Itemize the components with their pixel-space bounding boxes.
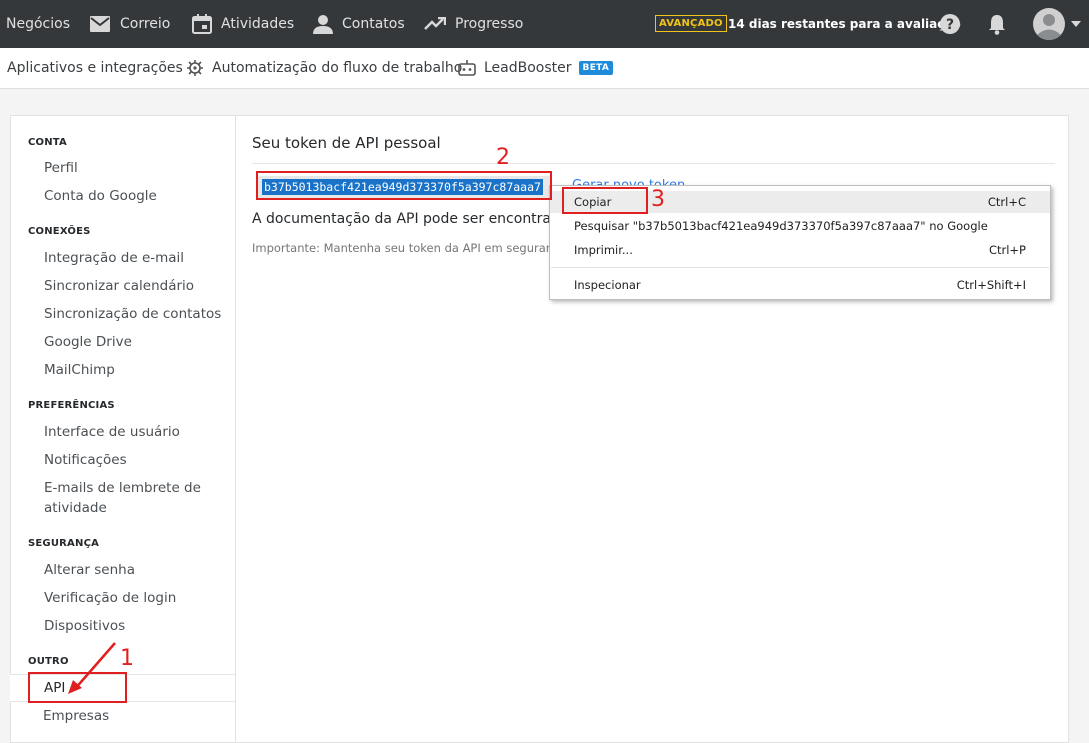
bot-icon xyxy=(458,60,476,76)
sidebar-heading-preferencias: PREFERÊNCIAS xyxy=(28,400,115,411)
plan-badge[interactable]: AVANÇADO xyxy=(655,15,727,32)
svg-text:?: ? xyxy=(946,17,954,33)
api-docs-text: A documentação da API pode ser encontrad… xyxy=(252,211,569,227)
annotation-number-2: 2 xyxy=(496,145,510,170)
sidebar-item-sincronizar-calendario[interactable]: Sincronizar calendário xyxy=(44,276,229,296)
context-menu-copy-shortcut: Ctrl+C xyxy=(987,195,1026,209)
nav-contatos[interactable]: Contatos xyxy=(313,0,405,48)
nav-progresso-label: Progresso xyxy=(455,16,524,32)
trending-icon xyxy=(424,17,446,30)
context-menu-inspect[interactable]: Inspecionar Ctrl+Shift+I xyxy=(550,274,1050,296)
nav-negocios-label: Negócios xyxy=(6,16,70,32)
context-menu-print-shortcut: Ctrl+P xyxy=(988,243,1026,257)
context-menu-search-google[interactable]: Pesquisar "b37b5013bacf421ea949d373370f5… xyxy=(550,215,1050,237)
context-menu-print[interactable]: Imprimir... Ctrl+P xyxy=(550,239,1050,261)
context-menu-inspect-label: Inspecionar xyxy=(574,278,641,292)
nav-progresso[interactable]: Progresso xyxy=(424,0,523,48)
chevron-down-icon[interactable] xyxy=(1071,21,1081,27)
top-navigation-bar: Negócios Correio Atividades Contatos Pro… xyxy=(0,0,1089,48)
nav-contatos-label: Contatos xyxy=(342,16,405,32)
sidebar-item-interface-usuario[interactable]: Interface de usuário xyxy=(44,422,229,442)
sidebar-item-mailchimp[interactable]: MailChimp xyxy=(44,360,229,380)
context-menu-separator xyxy=(551,267,1049,268)
settings-subnav: Aplicativos e integrações Automatização … xyxy=(0,48,1089,89)
notifications-button[interactable] xyxy=(985,12,1009,36)
subnav-leadbooster-label: LeadBooster xyxy=(484,60,572,76)
sidebar-item-empresas[interactable]: Empresas xyxy=(43,706,228,726)
sidebar-item-dispositivos[interactable]: Dispositivos xyxy=(44,616,229,636)
avatar[interactable] xyxy=(1033,8,1065,40)
beta-badge: BETA xyxy=(578,61,614,75)
annotation-number-1: 1 xyxy=(120,646,134,671)
help-icon: ? xyxy=(940,14,960,34)
subnav-leadbooster[interactable]: LeadBooster BETA xyxy=(458,48,614,88)
calendar-icon xyxy=(192,14,212,34)
nav-negocios[interactable]: Negócios xyxy=(6,0,70,48)
context-menu-inspect-shortcut: Ctrl+Shift+I xyxy=(956,278,1026,292)
sidebar-item-integracao-email[interactable]: Integração de e-mail xyxy=(44,248,229,268)
nav-atividades-label: Atividades xyxy=(221,16,295,32)
annotation-box-token xyxy=(256,171,552,200)
security-notice: Importante: Mantenha seu token da API em… xyxy=(252,241,571,255)
sidebar-item-alterar-senha[interactable]: Alterar senha xyxy=(44,560,229,580)
sidebar-item-sincronizacao-contatos[interactable]: Sincronização de contatos xyxy=(44,304,229,324)
person-icon xyxy=(313,15,333,34)
context-menu-search-label: Pesquisar "b37b5013bacf421ea949d373370f5… xyxy=(574,219,988,233)
sidebar-item-conta-google[interactable]: Conta do Google xyxy=(44,186,229,206)
sidebar-heading-conta: CONTA xyxy=(28,137,67,148)
bell-icon xyxy=(989,15,1005,35)
subnav-apps-label: Aplicativos e integrações xyxy=(7,60,183,76)
nav-correio-label: Correio xyxy=(120,16,171,32)
avatar-icon xyxy=(1033,8,1065,40)
mail-icon xyxy=(90,16,110,32)
nav-correio[interactable]: Correio xyxy=(89,0,170,48)
annotation-arrow-icon xyxy=(68,642,116,694)
subnav-automation-label: Automatização do fluxo de trabalho xyxy=(212,60,463,76)
annotation-box-copy xyxy=(562,187,648,214)
help-button[interactable]: ? xyxy=(938,12,962,36)
nav-atividades[interactable]: Atividades xyxy=(192,0,294,48)
subnav-automation[interactable]: Automatização do fluxo de trabalho xyxy=(186,48,462,88)
sidebar-item-verificacao-login[interactable]: Verificação de login xyxy=(44,588,229,608)
annotation-number-3: 3 xyxy=(651,187,665,212)
trial-text[interactable]: 14 dias restantes para a avaliação xyxy=(728,0,961,48)
sidebar-item-emails-lembrete[interactable]: E-mails de lembrete de atividade xyxy=(44,478,204,518)
sidebar-item-notificacoes[interactable]: Notificações xyxy=(44,450,229,470)
page-title: Seu token de API pessoal xyxy=(252,134,441,152)
sidebar-heading-seguranca: SEGURANÇA xyxy=(28,538,100,549)
sidebar-item-google-drive[interactable]: Google Drive xyxy=(44,332,229,352)
subnav-apps[interactable]: Aplicativos e integrações xyxy=(7,48,183,88)
robot-icon xyxy=(187,60,203,76)
context-menu-print-label: Imprimir... xyxy=(574,243,633,257)
title-divider xyxy=(252,163,1055,164)
sidebar-item-perfil[interactable]: Perfil xyxy=(44,158,229,178)
sidebar-heading-conexoes: CONEXÕES xyxy=(28,226,91,237)
